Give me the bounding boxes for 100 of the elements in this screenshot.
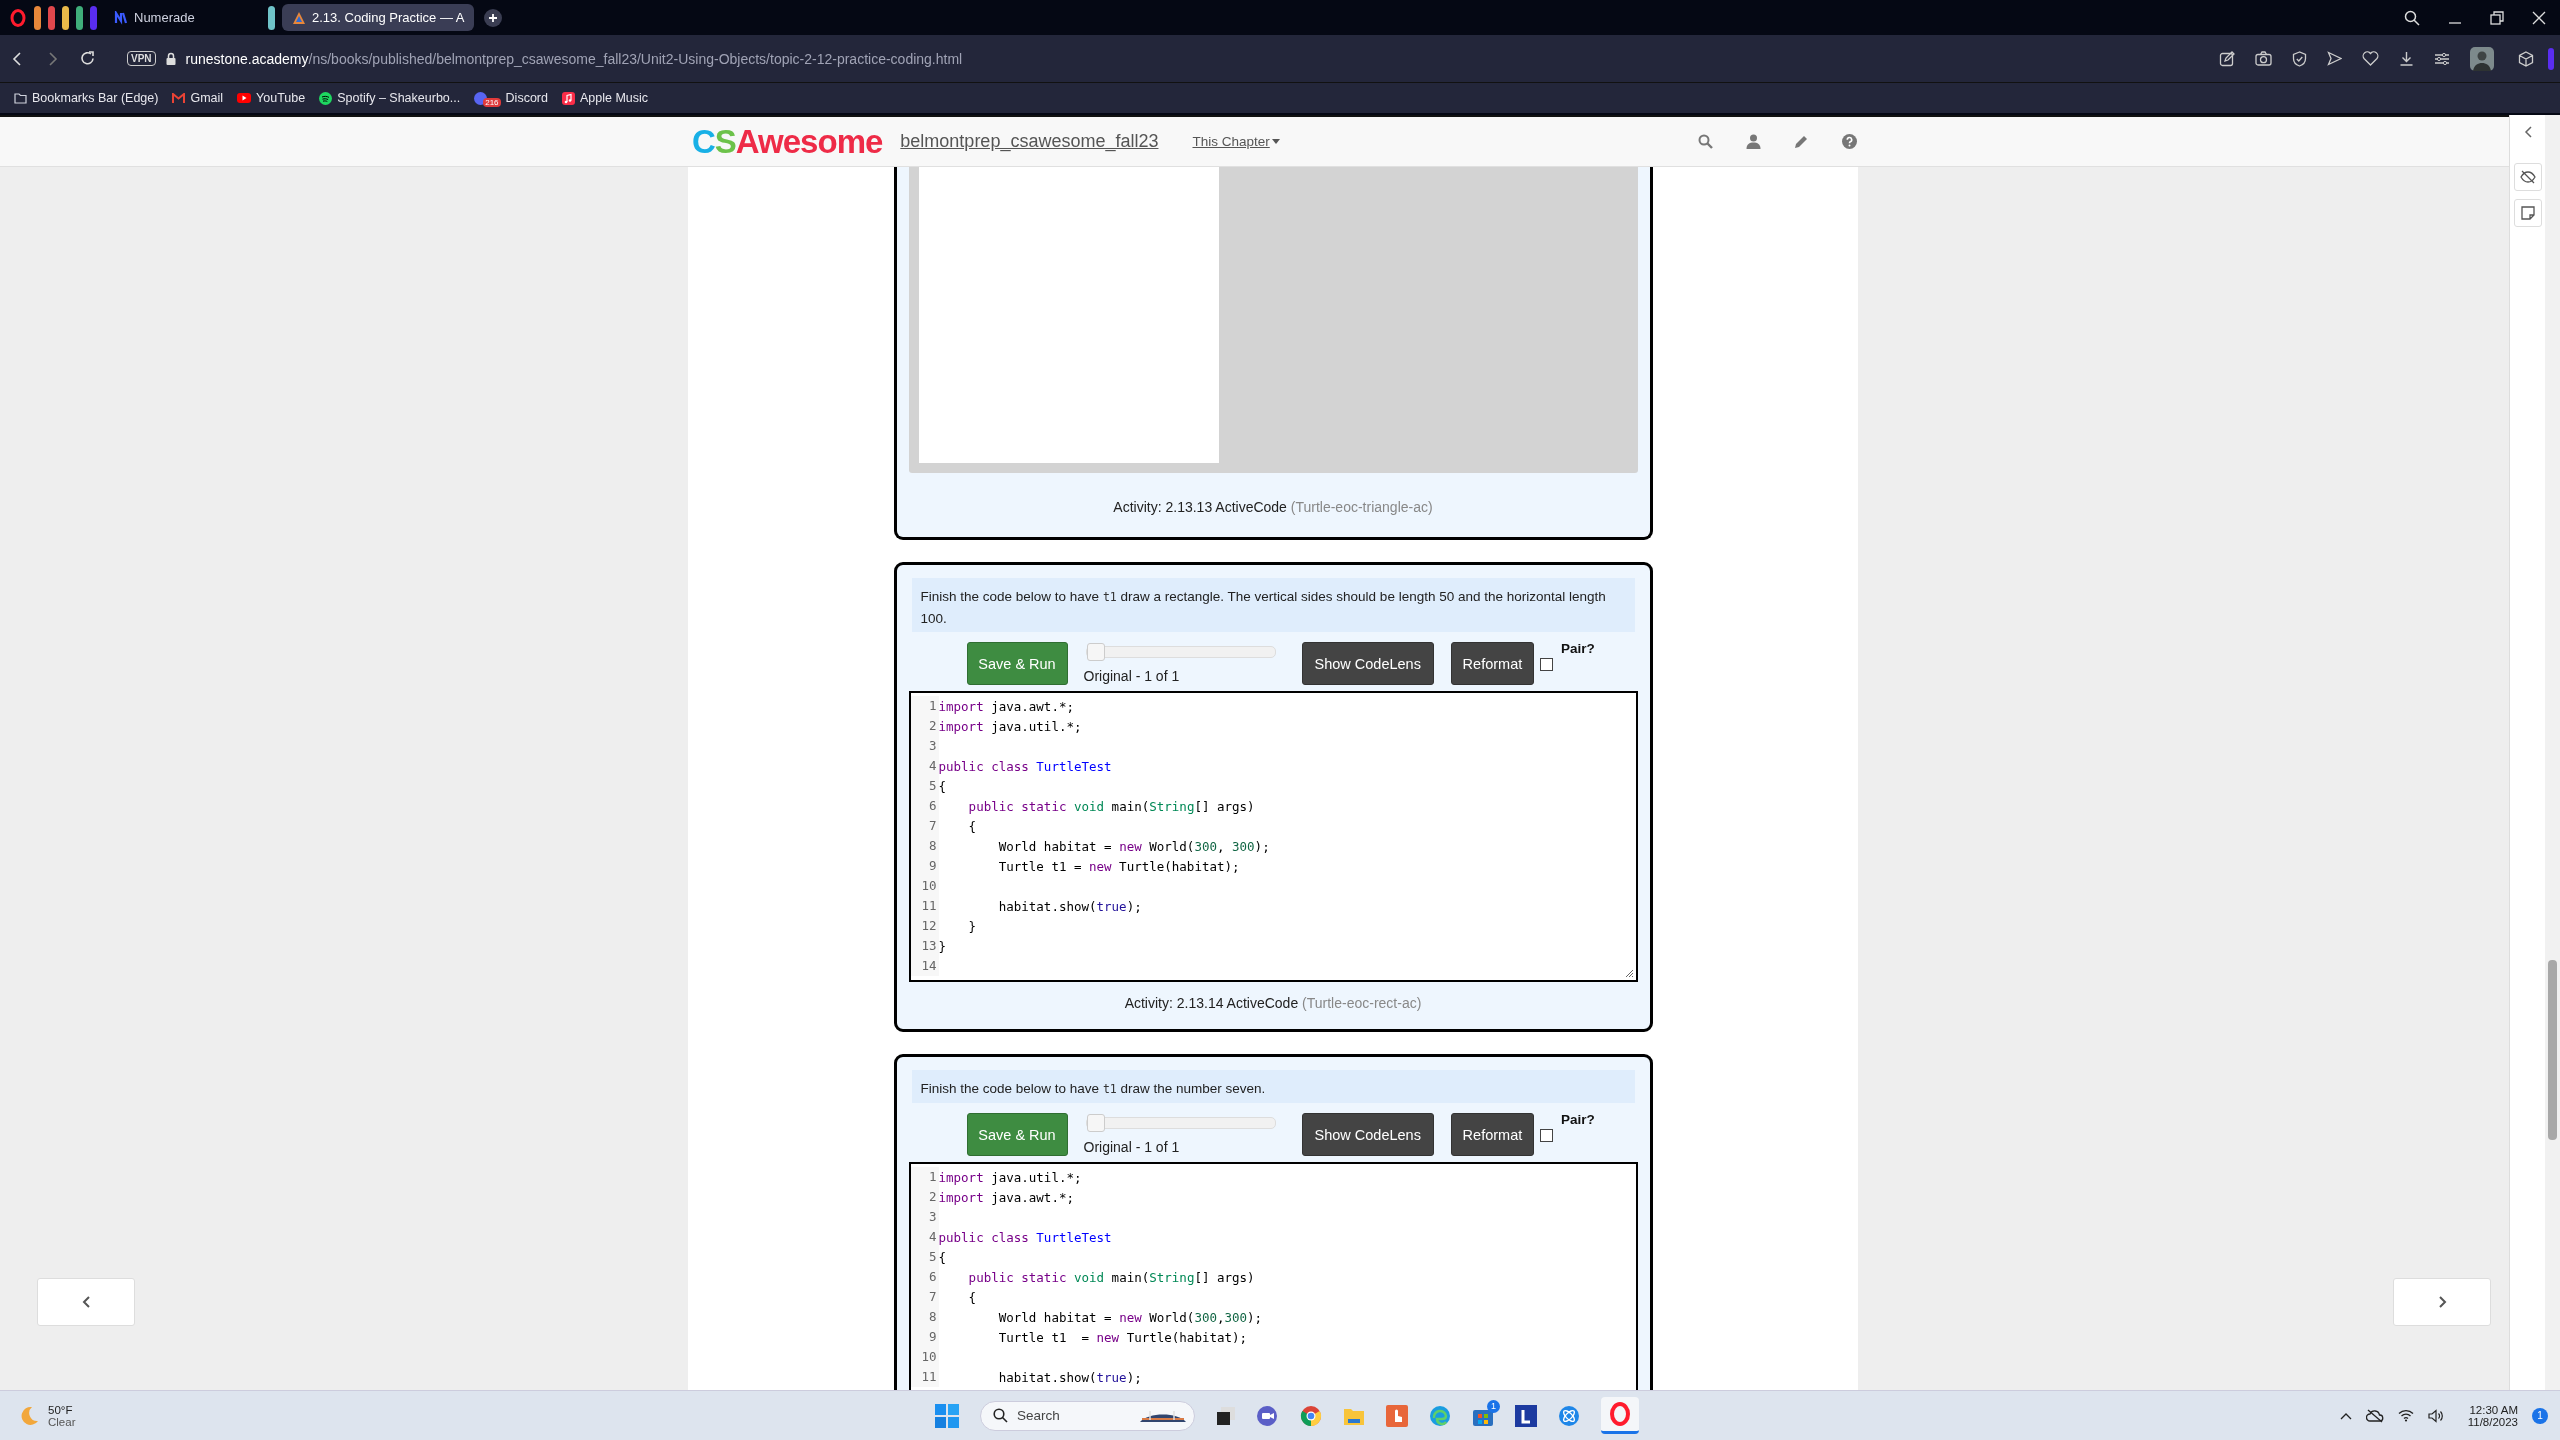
hand-pointer-icon[interactable] <box>1386 1404 1408 1427</box>
download-icon[interactable] <box>2399 51 2414 66</box>
user-icon[interactable] <box>1745 134 1761 149</box>
line-number: 8 <box>910 836 939 856</box>
code-line: World habitat = new World(300,300); <box>997 1309 1263 1325</box>
send-icon[interactable] <box>2327 51 2342 66</box>
code-editor[interactable] <box>908 1162 1638 1390</box>
shield-icon[interactable] <box>2292 50 2307 67</box>
notification-badge[interactable]: 1 <box>2532 1407 2548 1424</box>
camera-icon[interactable] <box>2255 51 2272 66</box>
search-icon[interactable] <box>2404 9 2420 26</box>
reformat-button[interactable]: Reformat <box>1450 1113 1534 1156</box>
code-line: public static void main(String[] args) <box>967 798 1255 814</box>
bookmark-item[interactable]: Gmail <box>172 91 224 105</box>
version-label: Original - 1 of 1 <box>1083 668 1181 684</box>
workspace-pill[interactable] <box>34 5 41 30</box>
pair-label: Pair? <box>1560 641 1595 656</box>
cube-icon[interactable] <box>2518 50 2534 67</box>
resize-handle-icon[interactable] <box>1624 969 1633 977</box>
line-number: 5 <box>910 776 939 796</box>
clock-date[interactable]: 11/8/2023 <box>2467 1415 2518 1428</box>
task-view-icon[interactable] <box>1216 1405 1236 1426</box>
line-number: 5 <box>910 1247 939 1267</box>
forward-icon[interactable] <box>46 51 58 66</box>
weather-condition: Clear <box>48 1415 76 1428</box>
chevron-up-icon[interactable] <box>2339 1411 2352 1420</box>
video-chat-icon[interactable] <box>1257 1405 1279 1426</box>
reformat-button[interactable]: Reformat <box>1450 642 1534 685</box>
line-number: 14 <box>910 956 939 976</box>
note-button[interactable] <box>2513 199 2542 227</box>
atom-icon[interactable] <box>1558 1404 1580 1427</box>
pair-checkbox[interactable] <box>1539 658 1553 671</box>
back-icon[interactable] <box>12 51 24 66</box>
cloud-off-icon[interactable] <box>2365 1408 2384 1423</box>
heart-icon[interactable] <box>2362 51 2379 66</box>
volume-icon[interactable] <box>2427 1408 2444 1423</box>
history-slider[interactable] <box>1085 646 1276 658</box>
line-number: 3 <box>910 1207 939 1227</box>
address-field[interactable]: runestone.academy/ns/books/published/belmontprep_csawesome_fall23/Unit2-Using-Objects/topic-2-12-practice-coding.html <box>185 50 963 67</box>
sidebar-accent <box>2548 47 2554 70</box>
code-line: { <box>938 778 947 794</box>
wifi-icon[interactable] <box>2397 1409 2414 1422</box>
line-number: 6 <box>910 796 939 816</box>
search-icon <box>993 1408 1008 1423</box>
history-slider[interactable] <box>1085 1117 1276 1129</box>
edit-icon[interactable] <box>2219 50 2235 67</box>
avatar-icon[interactable] <box>2470 46 2494 71</box>
chrome-icon[interactable] <box>1300 1404 1322 1427</box>
show-codelens-button[interactable]: Show CodeLens <box>1301 642 1434 685</box>
code-line: Turtle t1 = new Turtle(habitat); <box>997 858 1240 874</box>
note-icon <box>2520 206 2535 220</box>
site-logo[interactable]: CSAwesome <box>692 122 883 161</box>
pair-checkbox[interactable] <box>1539 1129 1553 1142</box>
line-number: 6 <box>910 1267 939 1287</box>
line-number: 9 <box>910 856 939 876</box>
bookmark-item[interactable]: Apple Music <box>561 91 649 105</box>
line-number: 7 <box>910 1287 939 1307</box>
line-number: 4 <box>910 1227 939 1247</box>
vpn-badge[interactable]: VPN <box>127 51 156 66</box>
chevron-left-icon <box>2523 126 2532 138</box>
bookmark-item[interactable]: Spotify – Shakeurbo... <box>319 91 461 105</box>
start-icon[interactable] <box>935 1403 959 1428</box>
course-link[interactable]: belmontprep_csawesome_fall23 <box>900 131 1159 152</box>
clock-time[interactable]: 12:30 AM <box>2469 1403 2518 1416</box>
browser-tab[interactable]: Numerade <box>104 4 254 31</box>
bookmark-item[interactable]: YouTube <box>237 91 306 105</box>
browser-tab[interactable]: 2.13. Coding Practice — A <box>282 4 475 31</box>
bookmark-item[interactable]: 216 Discord <box>474 89 548 107</box>
line-number: 9 <box>910 1327 939 1347</box>
code-editor[interactable] <box>908 691 1638 982</box>
workspace-pill[interactable] <box>76 5 83 30</box>
restore-icon[interactable] <box>2490 10 2504 25</box>
help-icon[interactable] <box>1841 134 1857 149</box>
bookmark-item[interactable]: Bookmarks Bar (Edge) <box>14 91 159 105</box>
line-number: 11 <box>910 1367 939 1387</box>
workspace-pill[interactable] <box>62 5 69 30</box>
save-and-run-button[interactable]: Save & Run <box>966 1113 1068 1156</box>
code-line: import java.awt.*; <box>938 698 1074 714</box>
notification-badge: 1 <box>1487 1399 1500 1413</box>
new-tab-icon[interactable] <box>484 8 503 27</box>
spotify-icon <box>319 91 333 105</box>
reload-icon[interactable] <box>80 51 95 66</box>
browser-taskbar-button[interactable] <box>1601 1397 1639 1434</box>
hide-button[interactable] <box>2513 163 2542 191</box>
browser-logo-icon[interactable] <box>10 8 26 27</box>
workspace-pill[interactable] <box>268 5 275 30</box>
show-codelens-button[interactable]: Show CodeLens <box>1301 1113 1434 1156</box>
save-and-run-button[interactable]: Save & Run <box>966 642 1068 685</box>
version-label: Original - 1 of 1 <box>1083 1139 1181 1155</box>
taskbar-search-field[interactable]: Search <box>980 1400 1195 1431</box>
line-number: 13 <box>910 936 939 956</box>
settings-icon[interactable] <box>2434 51 2450 66</box>
close-icon[interactable] <box>2532 10 2546 25</box>
code-line: public class TurtleTest <box>938 1229 1112 1245</box>
workspace-pill[interactable] <box>48 5 55 30</box>
l-app-icon[interactable] <box>1515 1404 1537 1427</box>
chapter-menu[interactable]: This Chapter <box>1192 134 1280 149</box>
code-line: } <box>938 938 947 954</box>
pencil-icon[interactable] <box>1793 134 1809 149</box>
code-line: { <box>967 818 977 834</box>
